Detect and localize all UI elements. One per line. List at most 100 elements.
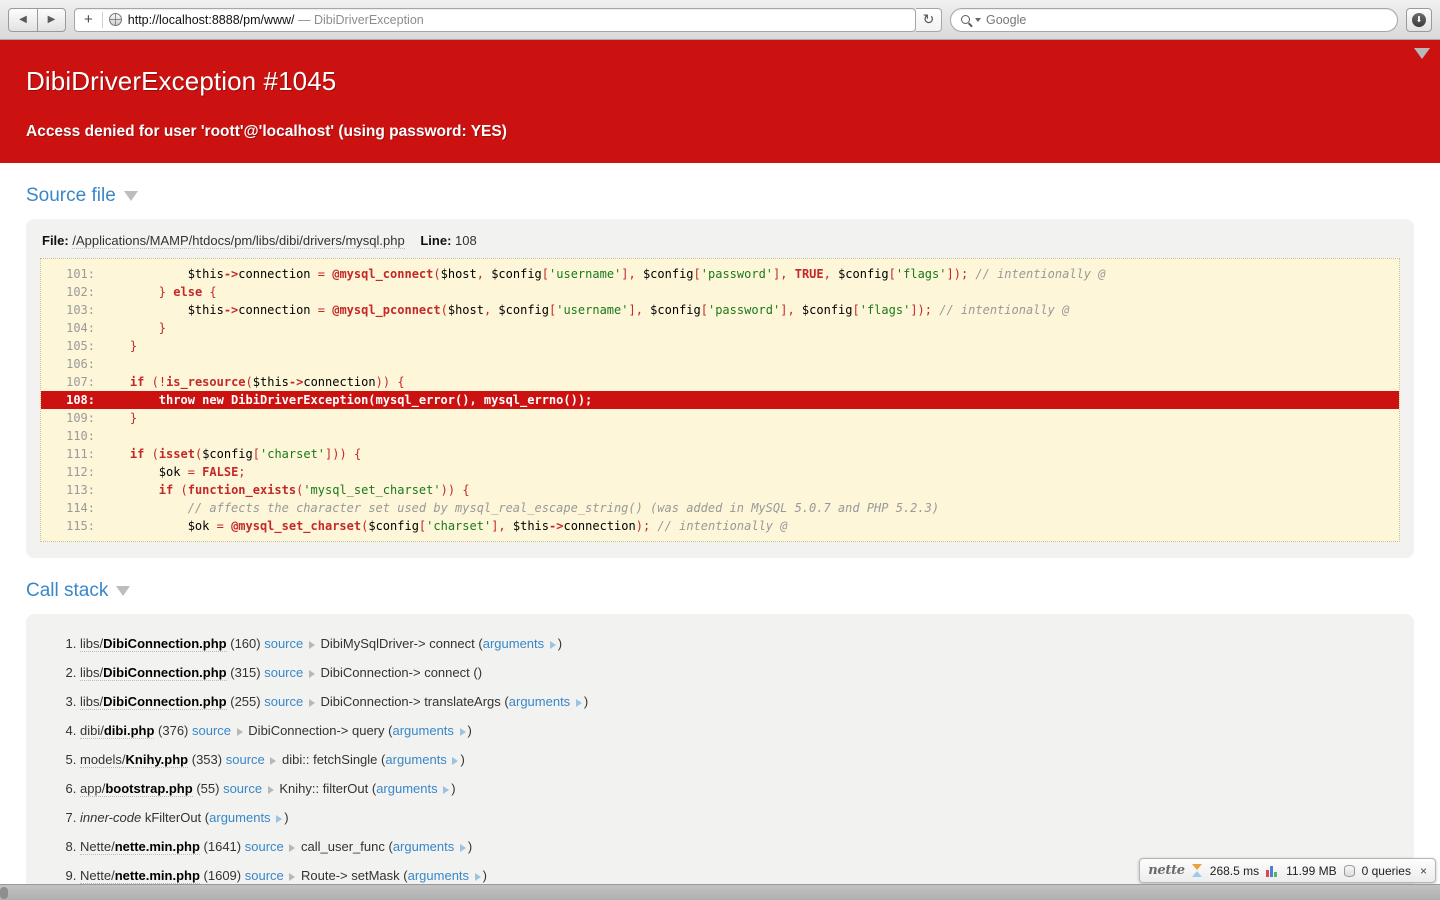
source-link[interactable]: source [226,752,265,767]
frame-args: (arguments ) [371,781,456,796]
reload-button[interactable]: ↻ [916,7,942,32]
arguments-link[interactable]: arguments [209,810,270,825]
scrollbar-thumb[interactable] [0,887,8,899]
download-icon: ⬇ [1412,12,1426,27]
expand-arrow-icon[interactable] [289,843,296,852]
frame-call: Route-> setMask [301,868,400,883]
source-link[interactable]: source [245,839,284,854]
search-field[interactable]: Google [950,7,1398,32]
expand-arrow-icon[interactable] [459,843,466,852]
globe-icon [108,13,122,26]
expand-arrow-icon[interactable] [459,727,466,736]
frame-line-number: (255) [230,694,261,709]
source-link[interactable]: source [264,636,303,651]
horizontal-scrollbar[interactable] [0,884,1440,900]
downloads-button[interactable]: ⬇ [1406,7,1432,32]
expand-arrow-icon[interactable] [267,785,274,794]
expand-arrow-icon[interactable] [575,698,582,707]
url-text: http://localhost:8888/pm/www/ — DibiDriv… [128,13,424,27]
close-icon[interactable]: × [1418,864,1427,878]
exception-message: Access denied for user 'roott'@'localhos… [26,123,507,140]
source-file-heading[interactable]: Source file [26,185,1440,207]
frame-file[interactable]: libs/DibiConnection.php [80,694,227,710]
frame-args: (arguments ) [388,723,472,738]
frame-file[interactable]: models/Knihy.php [80,752,189,768]
call-stack-frame: libs/DibiConnection.php (255) source Dib… [80,688,1400,717]
frame-file[interactable]: Nette/nette.min.php [80,868,200,884]
expand-arrow-icon[interactable] [276,814,283,823]
expand-arrow-icon[interactable] [474,872,481,881]
frame-file[interactable]: libs/DibiConnection.php [80,665,227,681]
call-stack-heading[interactable]: Call stack [26,580,1440,602]
source-file-panel: File: /Applications/MAMP/htdocs/pm/libs/… [26,219,1414,558]
call-stack-frame: libs/DibiConnection.php (315) source Dib… [80,659,1400,688]
source-link[interactable]: source [223,781,262,796]
frame-args: (arguments ) [388,839,473,854]
expand-arrow-icon[interactable] [236,727,243,736]
bar-chart-icon [1266,865,1279,877]
chevron-down-icon[interactable] [116,586,131,596]
arguments-link[interactable]: arguments [408,868,469,883]
frame-line-number: (315) [230,665,261,680]
code-line: 104: } [66,321,167,335]
code-line: 103: $this->connection = @mysql_pconnect… [66,303,1070,317]
frame-file[interactable]: Nette/nette.min.php [80,839,200,855]
arguments-link[interactable]: arguments [392,723,453,738]
expand-arrow-icon[interactable] [289,872,296,881]
source-link[interactable]: source [264,694,303,709]
expand-arrow-icon[interactable] [308,698,315,707]
expand-arrow-icon[interactable] [308,640,315,649]
url-value: http://localhost:8888/pm/www/ [127,12,295,27]
frame-args: (arguments ) [204,810,289,825]
source-file-heading-label: Source file [26,185,116,206]
frame-line-number: (1609) [203,868,242,883]
nette-logo: nette [1148,863,1185,878]
source-link[interactable]: source [264,665,303,680]
back-button[interactable]: ◀ [9,9,37,31]
frame-call: dibi:: fetchSingle [282,752,378,767]
nav-buttons: ◀ ▶ [8,7,66,32]
arguments-link[interactable]: arguments [483,636,544,651]
arguments-link[interactable]: arguments [376,781,437,796]
address-bar[interactable]: + http://localhost:8888/pm/www/ — DibiDr… [74,7,916,32]
file-path[interactable]: /Applications/MAMP/htdocs/pm/libs/dibi/d… [72,233,405,249]
source-link[interactable]: source [245,868,284,883]
expand-arrow-icon[interactable] [270,756,277,765]
expand-arrow-icon[interactable] [549,640,556,649]
source-code-block: 101: $this->connection = @mysql_connect(… [40,258,1400,542]
new-tab-button[interactable]: + [81,12,96,27]
browser-toolbar: ◀ ▶ + http://localhost:8888/pm/www/ — Di… [0,0,1440,40]
search-icon [961,15,970,24]
frame-call: Knihy:: filterOut [279,781,369,796]
frame-line-number: (1641) [203,839,242,854]
arguments-link[interactable]: arguments [393,839,454,854]
frame-call: DibiMySqlDriver-> connect [320,636,475,651]
banner-collapse-icon[interactable] [1414,48,1430,59]
code-line: 110: [66,429,95,443]
chevron-down-icon[interactable] [975,17,981,22]
arguments-link[interactable]: arguments [509,694,570,709]
arguments-link[interactable]: arguments [385,752,446,767]
frame-file[interactable]: libs/DibiConnection.php [80,636,227,652]
frame-line-number: (376) [158,723,189,738]
code-line: 106: [66,357,95,371]
nette-debug-bar[interactable]: nette 268.5 ms 11.99 MB 0 queries × [1139,858,1436,883]
expand-arrow-icon[interactable] [443,785,450,794]
frame-call: DibiConnection-> connect [320,665,470,680]
frame-line-number: (160) [230,636,261,651]
expand-arrow-icon[interactable] [452,756,459,765]
expand-arrow-icon[interactable] [308,669,315,678]
call-stack-frame: dibi/dibi.php (376) source DibiConnectio… [80,717,1400,746]
frame-file[interactable]: dibi/dibi.php [80,723,155,739]
forward-button[interactable]: ▶ [37,8,65,31]
search-placeholder: Google [986,12,1027,27]
database-icon [1343,864,1355,877]
source-link[interactable]: source [192,723,231,738]
exception-title: DibiDriverException #1045 [26,66,337,96]
chevron-down-icon[interactable] [123,191,138,201]
code-line: 105: } [66,339,138,353]
debug-queries-value[interactable]: 0 queries [1362,864,1411,878]
frame-call: DibiConnection-> query [248,723,385,738]
frame-file[interactable]: app/bootstrap.php [80,781,193,797]
code-line: 113: if (function_exists('mysql_set_char… [66,483,470,497]
